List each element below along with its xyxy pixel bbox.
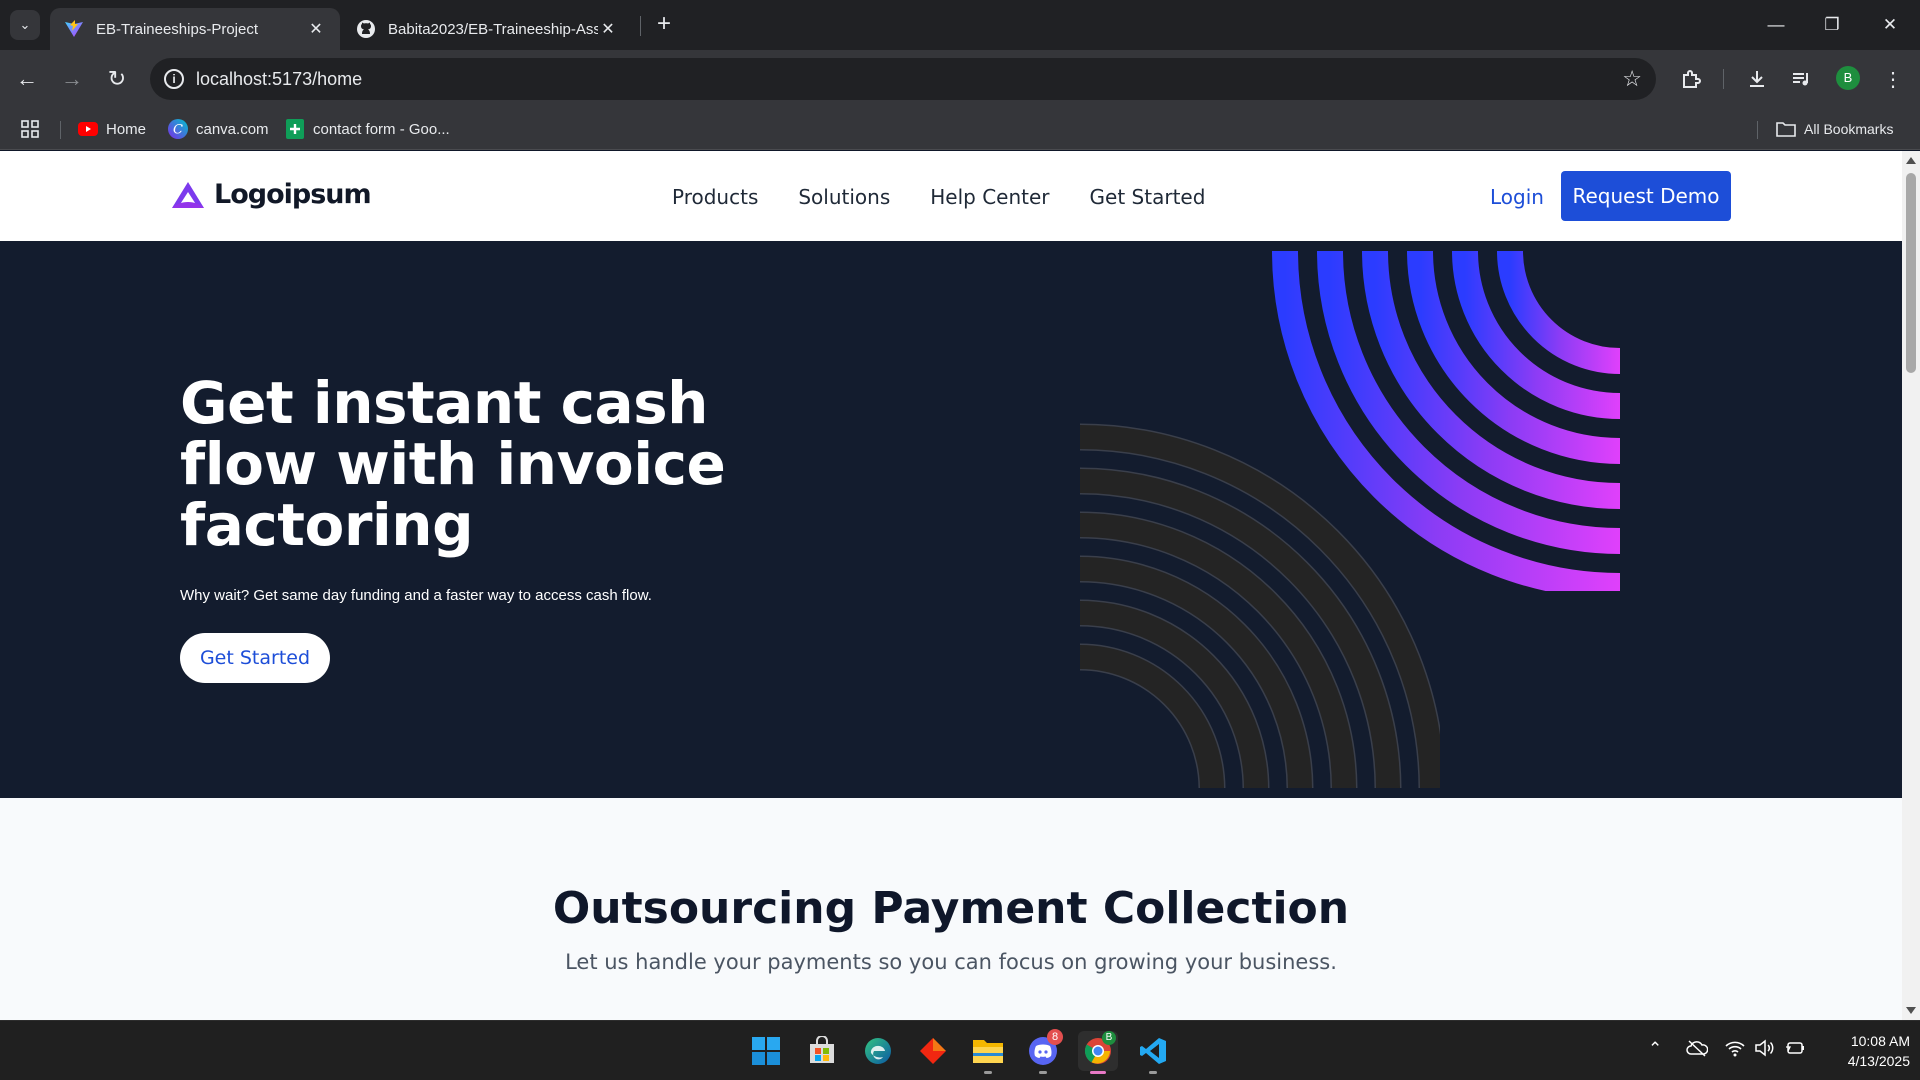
- system-clock[interactable]: 10:08 AM 4/13/2025: [1820, 1031, 1910, 1071]
- restore-icon[interactable]: ❐: [1804, 0, 1860, 50]
- forward-arrow-icon[interactable]: →: [55, 62, 89, 96]
- hero-arcs-illustration: [1079, 250, 1621, 788]
- discord-badge: 8: [1047, 1029, 1063, 1045]
- site-logo[interactable]: Logoipsum: [170, 179, 372, 210]
- logo-triangle-icon: [172, 181, 204, 208]
- bookmark-divider: [60, 121, 61, 139]
- scroll-up-arrow-icon[interactable]: [1906, 157, 1916, 164]
- section-title: Outsourcing Payment Collection: [552, 883, 1350, 934]
- minimize-icon[interactable]: —: [1748, 0, 1804, 50]
- wifi-icon[interactable]: [1724, 1039, 1746, 1062]
- chrome-profile-badge: B: [1102, 1031, 1116, 1045]
- tab-eb-traineeships-project[interactable]: EB-Traineeships-Project ✕: [50, 8, 340, 50]
- main-nav: Products Solutions Help Center Get Start…: [672, 185, 1245, 209]
- close-window-icon[interactable]: ✕: [1862, 0, 1918, 50]
- chrome-icon[interactable]: B: [1078, 1031, 1118, 1074]
- hero-title: Get instant cash flow with invoice facto…: [180, 369, 726, 559]
- address-bar[interactable]: i localhost:5173/home ☆: [150, 58, 1656, 100]
- discord-icon[interactable]: 8: [1023, 1029, 1063, 1074]
- scroll-thumb[interactable]: [1906, 173, 1916, 373]
- bookmarks-bar: Home C canva.com contact form - Goo... A…: [0, 108, 1920, 150]
- clock-date: 4/13/2025: [1847, 1053, 1910, 1069]
- running-indicator: [984, 1071, 992, 1074]
- windows-start-icon[interactable]: [746, 1031, 786, 1071]
- svg-text:C: C: [173, 123, 183, 138]
- nav-get-started[interactable]: Get Started: [1090, 185, 1206, 209]
- vscode-icon[interactable]: [1133, 1031, 1173, 1074]
- page-scrollbar[interactable]: [1902, 151, 1920, 1020]
- section-subtitle: Let us handle your payments so you can f…: [565, 950, 1337, 974]
- request-demo-button[interactable]: Request Demo: [1561, 171, 1731, 221]
- new-tab-button[interactable]: +: [650, 10, 678, 38]
- site-header: Logoipsum Products Solutions Help Center…: [0, 151, 1902, 241]
- tab-github-repo[interactable]: Babita2023/EB-Traineeship-Assi ✕: [342, 8, 632, 50]
- url-text[interactable]: localhost:5173/home: [196, 69, 362, 90]
- tab-divider: [640, 16, 641, 36]
- download-icon[interactable]: [1742, 64, 1772, 94]
- more-menu-icon[interactable]: ⋮: [1878, 64, 1908, 94]
- bookmark-label: Home: [106, 120, 147, 138]
- logo-text: Logoipsum: [214, 179, 372, 210]
- windows-taskbar: 8 B ⌃ 10:08 AM 4/13/2025: [0, 1020, 1920, 1080]
- nav-solutions[interactable]: Solutions: [798, 185, 890, 209]
- site-info-icon[interactable]: i: [164, 69, 184, 89]
- folder-icon: [1776, 119, 1796, 139]
- hero-section: Get instant cash flow with invoice facto…: [0, 241, 1902, 798]
- nav-products[interactable]: Products: [672, 185, 758, 209]
- browser-tab-strip: ⌄ EB-Traineeships-Project ✕ Babita2023/E…: [0, 0, 1920, 50]
- file-explorer-icon[interactable]: [968, 1031, 1008, 1074]
- tab-search-button[interactable]: ⌄: [10, 10, 40, 40]
- bookmark-label: contact form - Goo...: [313, 120, 450, 138]
- profile-avatar[interactable]: B: [1836, 66, 1860, 90]
- apps-grid-icon[interactable]: [20, 119, 40, 139]
- google-forms-icon: [285, 119, 305, 139]
- toolbar-divider: [1723, 69, 1724, 89]
- git-client-icon[interactable]: [913, 1031, 953, 1071]
- back-arrow-icon[interactable]: ←: [10, 62, 44, 96]
- show-hidden-icons-chevron-icon[interactable]: ⌃: [1648, 1039, 1662, 1059]
- page-viewport: Logoipsum Products Solutions Help Center…: [0, 151, 1902, 1020]
- canva-icon: C: [168, 119, 188, 139]
- dark-arc: [1079, 645, 1224, 788]
- tab-title: Babita2023/EB-Traineeship-Assi: [388, 20, 598, 38]
- bookmark-home[interactable]: Home: [78, 119, 146, 139]
- login-link[interactable]: Login: [1490, 185, 1544, 209]
- browser-toolbar: ← → ↻ i localhost:5173/home ☆ B ⋮: [0, 50, 1920, 108]
- scroll-down-arrow-icon[interactable]: [1906, 1007, 1916, 1014]
- hero-subtitle: Why wait? Get same day funding and a fas…: [180, 587, 652, 604]
- media-controls-icon[interactable]: [1786, 64, 1816, 94]
- reload-icon[interactable]: ↻: [100, 62, 134, 96]
- nav-help-center[interactable]: Help Center: [930, 185, 1049, 209]
- bookmark-divider: [1757, 121, 1758, 139]
- running-indicator: [1039, 1071, 1047, 1074]
- clock-time: 10:08 AM: [1850, 1033, 1910, 1049]
- volume-icon[interactable]: [1754, 1039, 1776, 1062]
- bookmark-label: All Bookmarks: [1804, 121, 1894, 137]
- onedrive-icon[interactable]: [1686, 1039, 1709, 1062]
- all-bookmarks-button[interactable]: All Bookmarks: [1776, 119, 1893, 139]
- hero-get-started-button[interactable]: Get Started: [180, 633, 330, 683]
- close-tab-icon[interactable]: ✕: [306, 19, 326, 39]
- bookmark-label: canva.com: [196, 120, 269, 138]
- battery-icon[interactable]: [1784, 1039, 1806, 1062]
- gradient-arc: [1497, 250, 1621, 374]
- bookmark-canva[interactable]: C canva.com: [168, 119, 269, 139]
- bookmark-star-icon[interactable]: ☆: [1622, 66, 1642, 92]
- close-tab-icon[interactable]: ✕: [598, 19, 618, 39]
- microsoft-store-icon[interactable]: [802, 1031, 842, 1071]
- edge-icon[interactable]: [858, 1031, 898, 1071]
- running-indicator: [1149, 1071, 1157, 1074]
- vite-icon: [65, 20, 83, 37]
- running-indicator: [1090, 1071, 1106, 1074]
- youtube-icon: [78, 119, 98, 139]
- github-icon: [357, 20, 375, 38]
- extensions-icon[interactable]: [1676, 64, 1706, 94]
- bookmark-contact-form[interactable]: contact form - Goo...: [285, 119, 450, 139]
- tab-title: EB-Traineeships-Project: [96, 20, 259, 38]
- payment-collection-section: Outsourcing Payment Collection Let us ha…: [0, 798, 1902, 1020]
